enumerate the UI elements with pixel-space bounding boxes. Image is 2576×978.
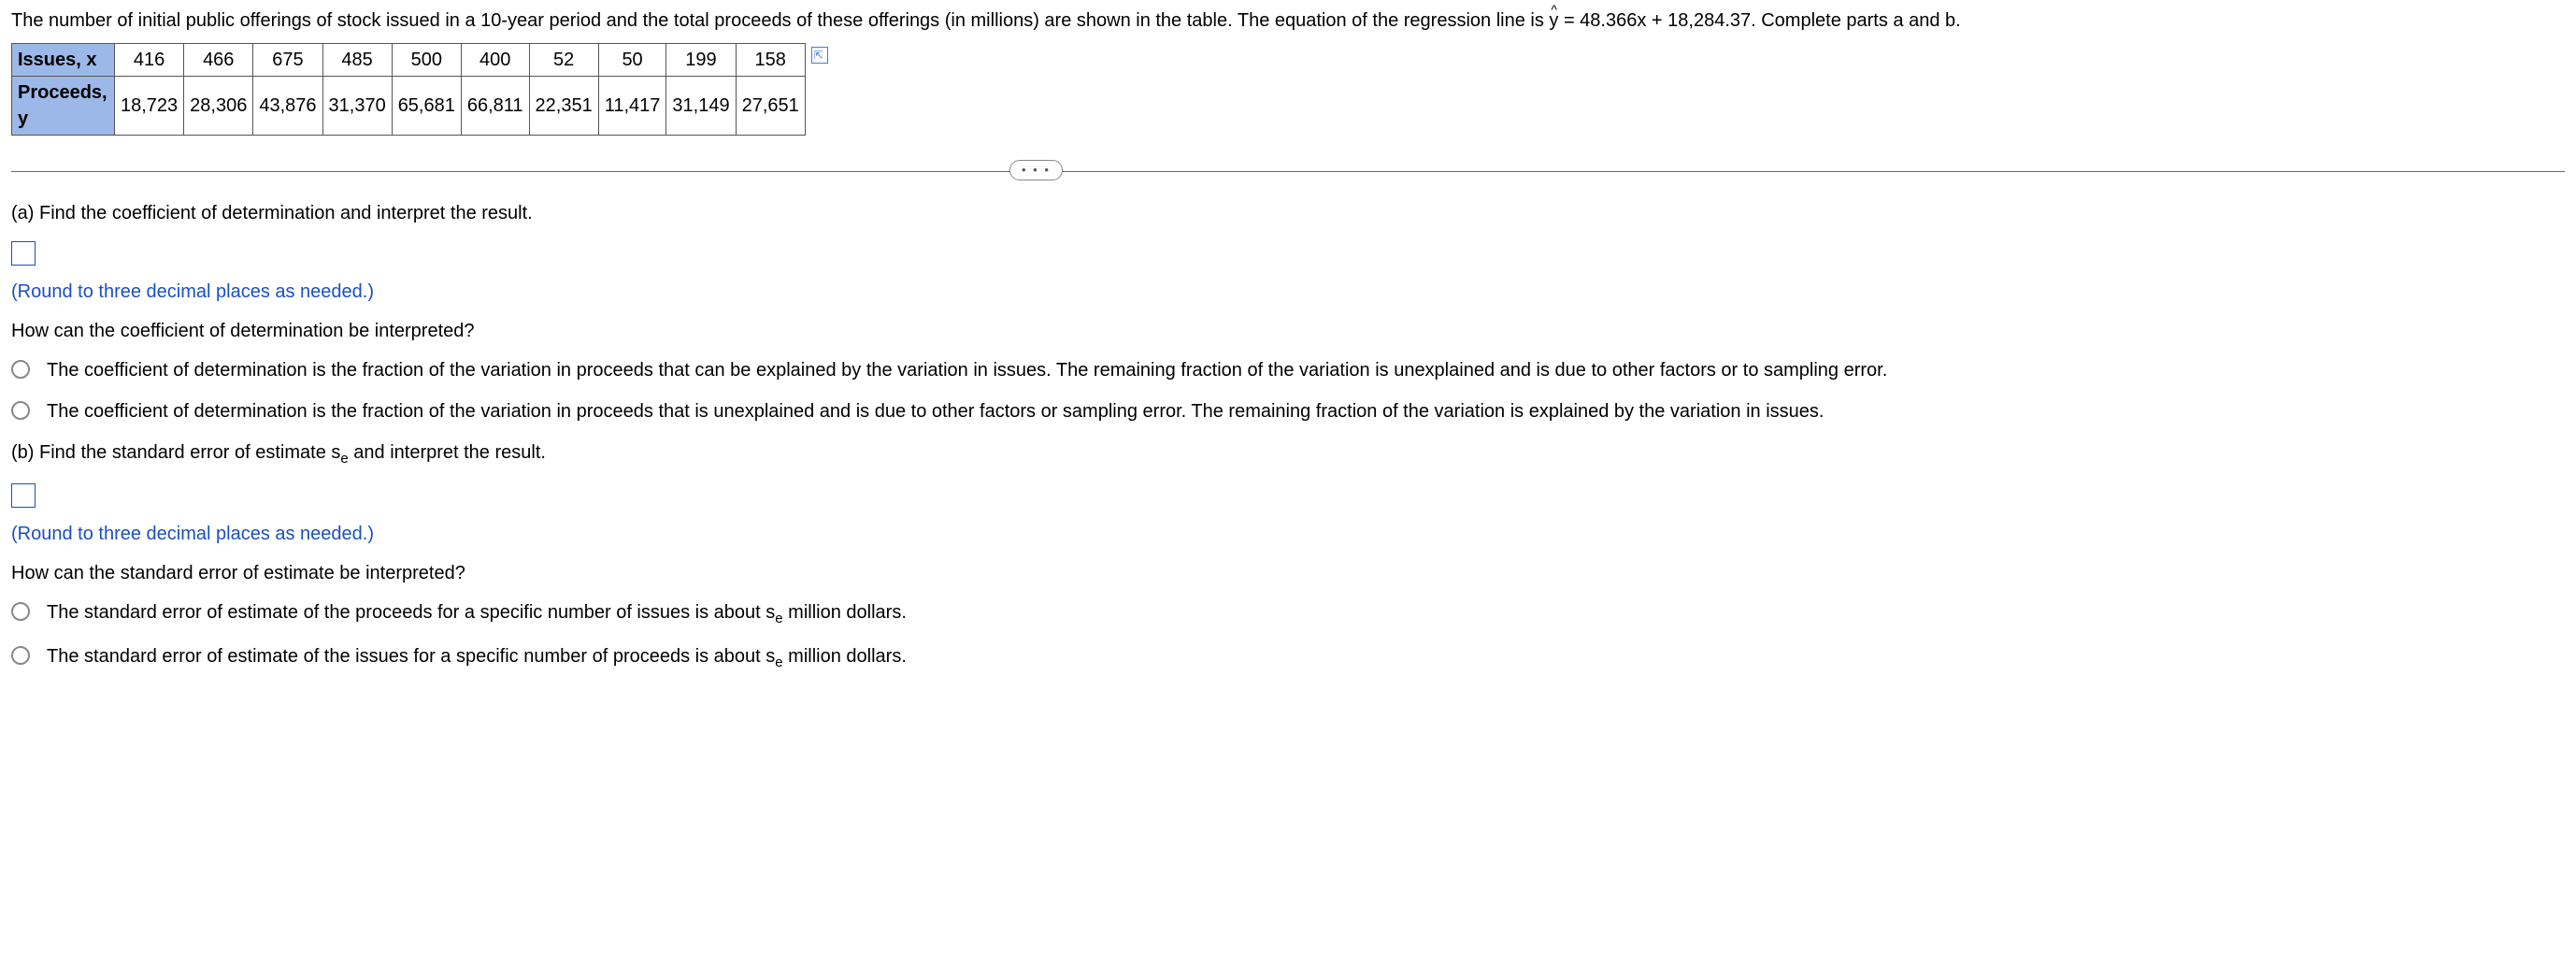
- table-cell: 18,723: [115, 77, 184, 136]
- table-cell: 43,876: [253, 77, 322, 136]
- separator: • • •: [11, 171, 2565, 172]
- data-table: Issues, x 416 466 675 485 500 400 52 50 …: [11, 43, 806, 136]
- table-cell: 31,149: [666, 77, 736, 136]
- row-header-proceeds: Proceeds, y: [12, 77, 115, 136]
- radio-b-opt2[interactable]: [11, 646, 30, 665]
- interpret-a-question: How can the coefficient of determination…: [11, 318, 2565, 344]
- radio-a-opt1[interactable]: [11, 360, 30, 379]
- hint-a: (Round to three decimal places as needed…: [11, 279, 2565, 305]
- radio-a-opt2[interactable]: [11, 401, 30, 420]
- table-cell: 400: [461, 44, 529, 77]
- radio-a-opt2-label: The coefficient of determination is the …: [47, 398, 1824, 424]
- table-cell: 466: [184, 44, 253, 77]
- table-cell: 65,681: [392, 77, 461, 136]
- table-cell: 31,370: [322, 77, 392, 136]
- table-cell: 416: [115, 44, 184, 77]
- expand-table-icon[interactable]: [811, 47, 828, 64]
- table-cell: 485: [322, 44, 392, 77]
- row-header-issues: Issues, x: [12, 44, 115, 77]
- table-cell: 158: [736, 44, 805, 77]
- table-cell: 66,811: [461, 77, 529, 136]
- radio-b-opt1[interactable]: [11, 602, 30, 621]
- part-b-prompt: (b) Find the standard error of estimate …: [11, 439, 2565, 468]
- yhat-symbol: ^y: [1549, 10, 1558, 31]
- radio-b-opt1-label: The standard error of estimate of the pr…: [47, 599, 907, 628]
- hint-b: (Round to three decimal places as needed…: [11, 521, 2565, 547]
- radio-a-opt1-label: The coefficient of determination is the …: [47, 357, 1887, 383]
- table-cell: 11,417: [598, 77, 666, 136]
- table-cell: 675: [253, 44, 322, 77]
- table-cell: 52: [529, 44, 598, 77]
- interpret-b-question: How can the standard error of estimate b…: [11, 560, 2565, 586]
- table-cell: 50: [598, 44, 666, 77]
- table-cell: 199: [666, 44, 736, 77]
- intro-text: The number of initial public offerings o…: [11, 10, 1549, 31]
- table-cell: 27,651: [736, 77, 805, 136]
- table-cell: 500: [392, 44, 461, 77]
- table-cell: 28,306: [184, 77, 253, 136]
- equation-rest: = 48.366x + 18,284.37. Complete parts a …: [1558, 10, 1960, 31]
- ellipsis-icon[interactable]: • • •: [1009, 160, 1063, 180]
- answer-a-input[interactable]: [11, 241, 36, 266]
- answer-b-input[interactable]: [11, 483, 36, 508]
- part-a-prompt: (a) Find the coefficient of determinatio…: [11, 200, 2565, 226]
- radio-b-opt2-label: The standard error of estimate of the is…: [47, 643, 907, 672]
- table-cell: 22,351: [529, 77, 598, 136]
- problem-statement: The number of initial public offerings o…: [11, 7, 2565, 34]
